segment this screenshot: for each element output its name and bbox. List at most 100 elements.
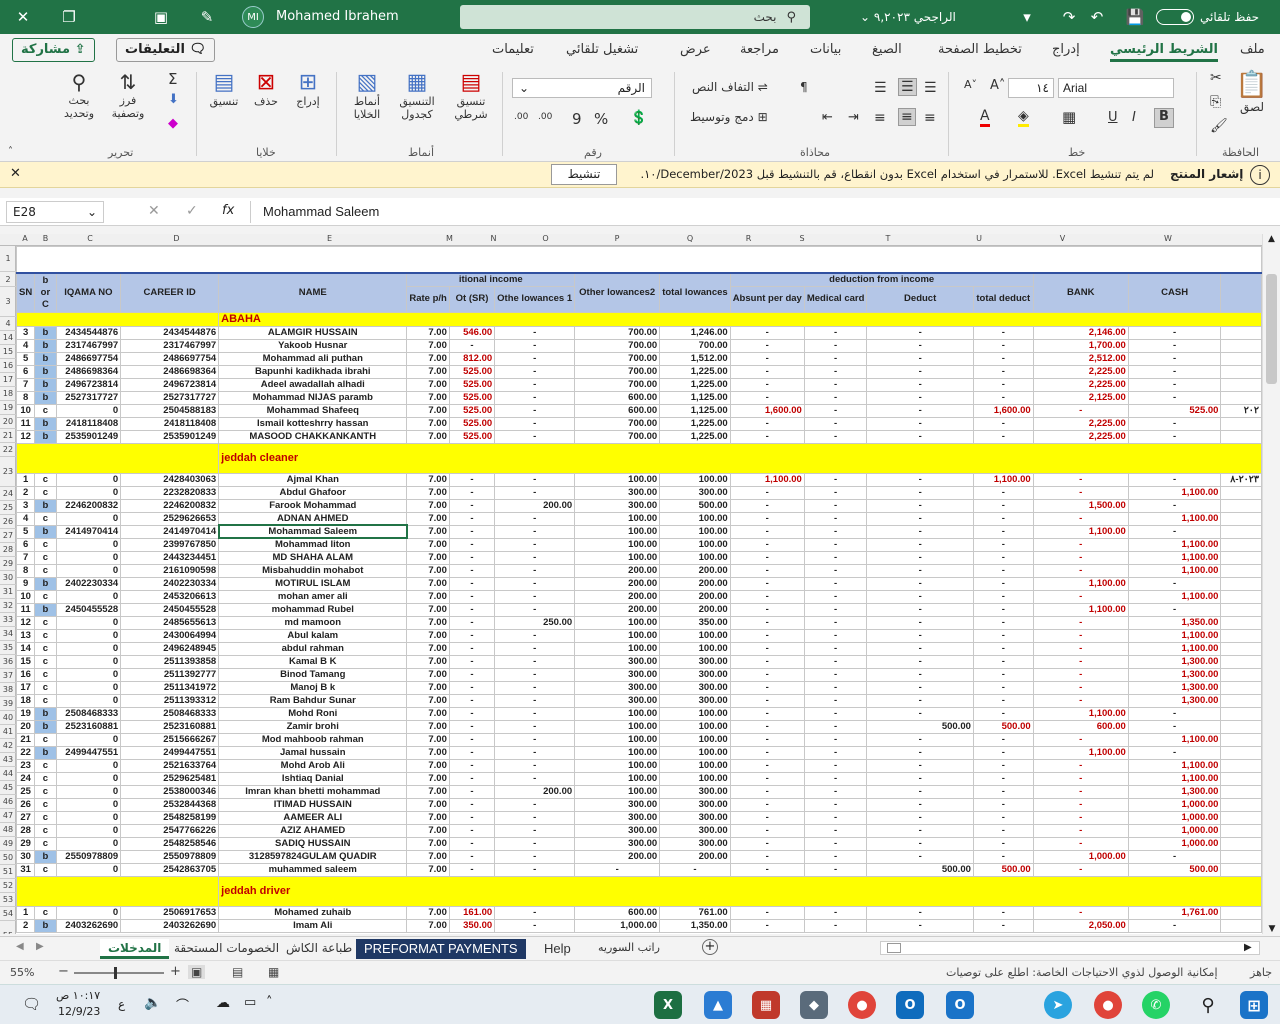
cell[interactable]: 200.00 [574,602,661,617]
cell[interactable] [1220,680,1262,695]
cell[interactable]: 1,100.00 [1127,511,1222,526]
cell[interactable]: - [866,377,974,392]
row-header[interactable]: 2 [0,272,16,287]
cell[interactable]: - [803,771,868,786]
cell[interactable]: 100.00 [574,784,661,799]
cell[interactable]: - [803,862,868,877]
insert-function-icon[interactable]: fx [222,203,234,218]
cell[interactable]: 2538000346 [120,784,220,799]
cell[interactable]: 12 [15,429,36,444]
header-b-or-c[interactable]: b or C [34,272,57,313]
row-header[interactable]: 44 [0,767,16,781]
cell[interactable]: 2403262690 [120,918,220,933]
cell[interactable]: - [448,680,496,695]
cell[interactable]: - [729,667,805,682]
cell[interactable]: b [34,416,57,431]
cell[interactable]: - [803,823,868,838]
cell[interactable]: 2499447551 [55,745,122,760]
cell[interactable]: 100.00 [659,537,731,552]
cell[interactable]: b [34,325,57,340]
cell[interactable]: Binod Tamang [218,667,408,682]
cell[interactable]: 22 [15,745,36,760]
cell[interactable]: - [448,563,496,578]
cell[interactable]: - [448,732,496,747]
cell[interactable] [1220,784,1262,799]
cell[interactable]: - [972,390,1034,405]
cell[interactable]: - [448,667,496,682]
file-name[interactable]: ⌄ الراجحي ٩,٢٠٢٣ [860,10,956,24]
header-bank[interactable]: BANK [1032,272,1129,313]
cell[interactable]: 2547766226 [120,823,220,838]
cell[interactable]: 1,000.00 [574,918,661,933]
cell[interactable]: - [494,563,576,578]
cell[interactable]: - [1032,784,1129,799]
cell[interactable]: - [866,524,974,539]
cell[interactable]: - [1032,797,1129,812]
cell[interactable]: b [34,706,57,721]
cell[interactable]: Yakoob Husnar [218,338,408,353]
ribbon-display-icon[interactable]: ▣ [144,0,178,34]
cell[interactable]: b [34,351,57,366]
cell[interactable]: 7.00 [406,784,450,799]
tab-sheet-inputs[interactable]: المدخلات [100,939,170,959]
cell[interactable]: 500.00 [972,862,1034,877]
cell[interactable]: 2453206613 [120,589,220,604]
cell[interactable]: 20 [15,719,36,734]
cell[interactable]: - [494,719,576,734]
cell[interactable]: 2511392777 [120,667,220,682]
cell[interactable]: c [34,797,57,812]
cell[interactable]: - [1032,667,1129,682]
tab-review[interactable]: مراجعة [740,42,779,57]
cell[interactable]: - [729,628,805,643]
cell[interactable]: - [494,654,576,669]
cell[interactable]: 1,100.00 [729,472,805,487]
row-header[interactable]: 20 [0,415,16,429]
zoom-out-icon[interactable]: − [58,964,69,979]
column-header-E[interactable]: E [230,234,429,243]
cell[interactable]: 500.00 [866,862,974,877]
cell[interactable]: 250.00 [494,615,576,630]
tab-help[interactable]: تعليمات [492,42,534,57]
row-header[interactable]: 40 [0,711,16,725]
cell[interactable]: 2414970414 [120,524,220,539]
cell[interactable]: 700.00 [574,377,661,392]
cell[interactable]: 1,225.00 [659,429,731,444]
cell[interactable]: - [866,823,974,838]
cell[interactable]: 350.00 [448,918,496,933]
cell[interactable]: 300.00 [659,836,731,851]
cell[interactable]: 1,350.00 [1127,615,1222,630]
cell[interactable]: 1,100.00 [1127,589,1222,604]
cell[interactable]: 300.00 [574,667,661,682]
cell[interactable]: - [803,680,868,695]
cell[interactable] [1220,849,1262,864]
cell[interactable]: - [494,771,576,786]
align-middle-icon[interactable]: ☰ [898,78,917,96]
clock-date[interactable]: 12/9/23 [58,1005,100,1018]
cell[interactable]: - [1032,589,1129,604]
tab-formulas[interactable]: الصيغ [872,42,902,57]
store-app-icon[interactable]: ◆ [800,991,828,1019]
cell[interactable]: 1,100.00 [1127,758,1222,773]
cell[interactable]: 7.00 [406,524,450,539]
cell[interactable] [1220,524,1262,539]
cell[interactable]: - [866,836,974,851]
cell[interactable]: - [972,338,1034,353]
cell[interactable]: 100.00 [659,524,731,539]
cell[interactable]: c [34,511,57,526]
page-break-view-icon[interactable]: ▣ [188,965,206,979]
cell[interactable]: 100.00 [574,615,661,630]
cell[interactable]: 200.00 [494,498,576,513]
row-header[interactable]: 34 [0,627,16,641]
cell[interactable]: 2527317727 [55,390,122,405]
row-header[interactable]: 52 [0,879,16,893]
cell[interactable]: - [494,628,576,643]
column-header-Q[interactable]: Q [660,234,720,243]
cell[interactable]: - [866,918,974,933]
cell[interactable]: ITIMAD HUSSAIN [218,797,408,812]
cell[interactable]: 10 [15,403,36,418]
cell[interactable]: 1,100.00 [1032,706,1129,721]
outlook-icon[interactable]: O [896,991,924,1019]
cell[interactable]: - [448,338,496,353]
activate-button[interactable]: تنشيط [551,164,617,185]
cell[interactable]: b [34,338,57,353]
